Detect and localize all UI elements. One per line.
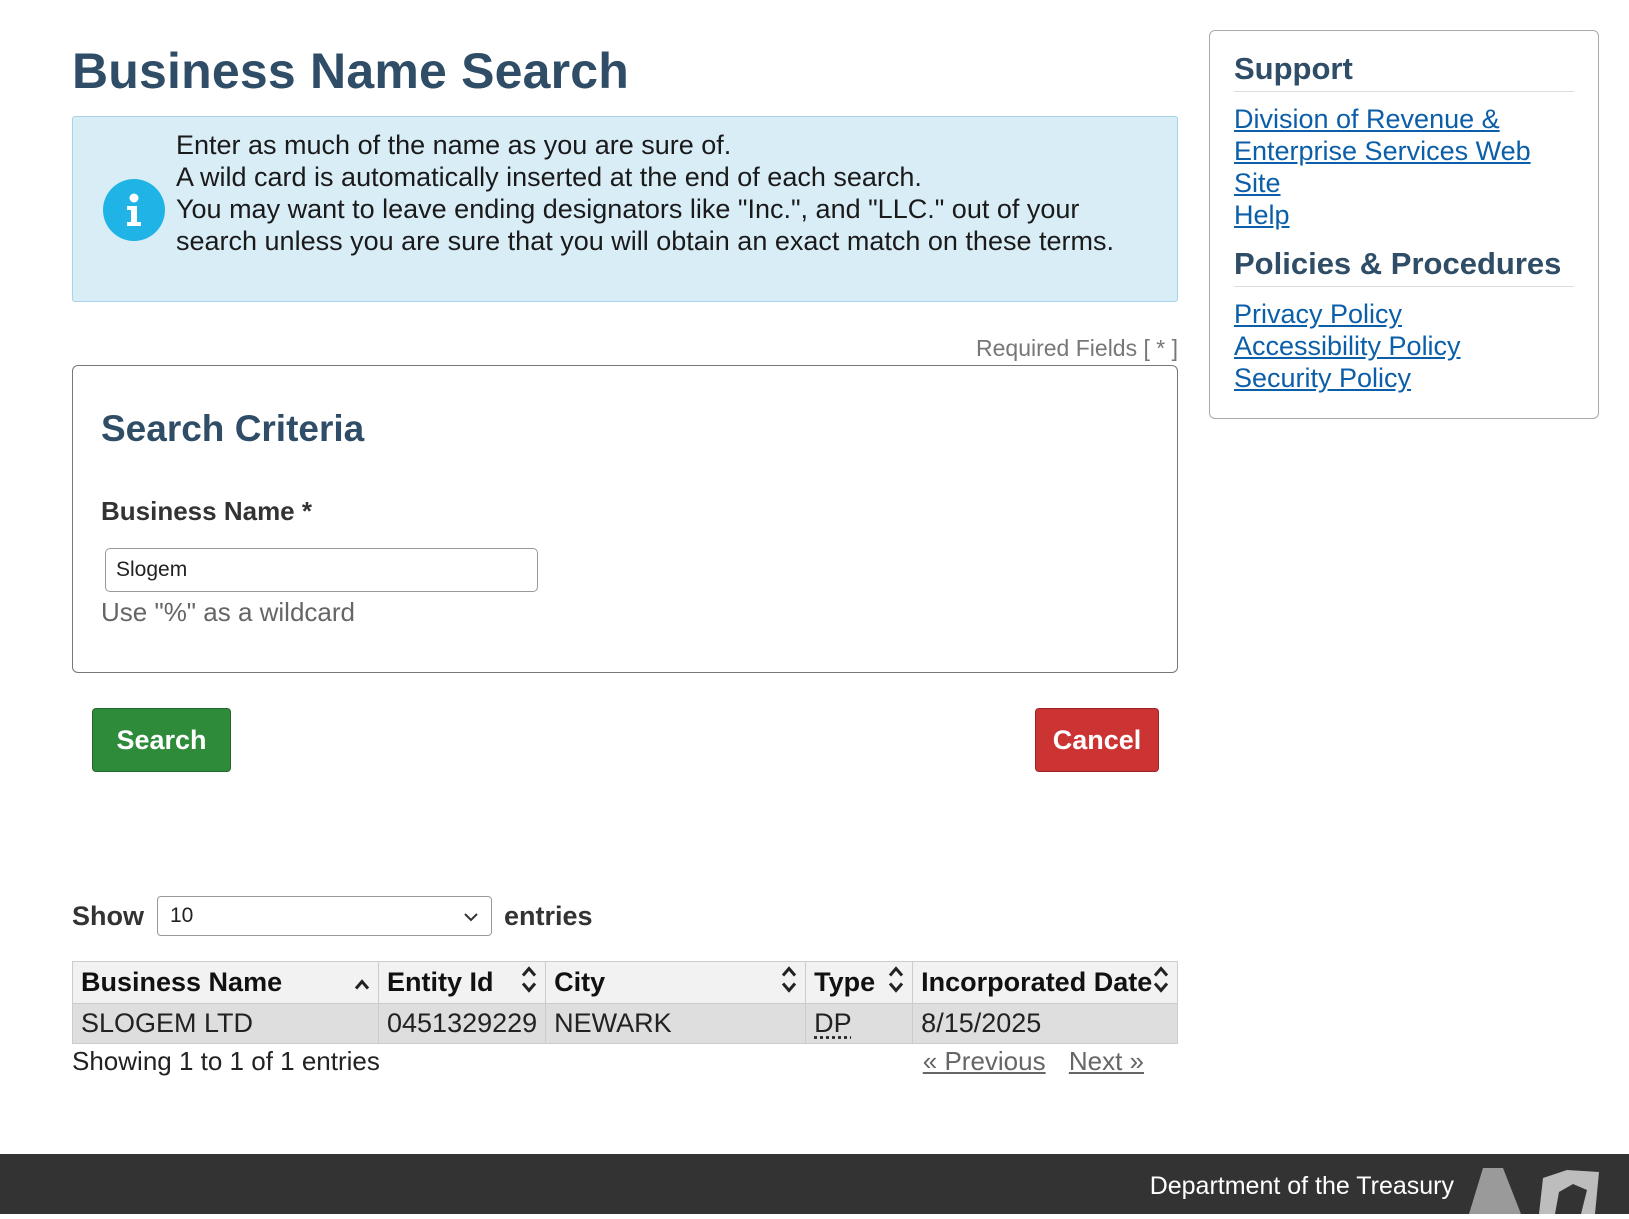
page-length-control: Show 10 entries (72, 896, 593, 936)
footer: Department of the Treasury (0, 1154, 1629, 1214)
sort-both-icon (521, 964, 537, 1001)
show-label: Show (72, 900, 144, 931)
search-criteria-title: Search Criteria (101, 408, 365, 449)
cell-incorporated-date: 8/15/2025 (912, 1003, 1178, 1044)
policies-heading: Policies & Procedures (1234, 246, 1574, 287)
column-label: Incorporated Date (921, 967, 1153, 997)
info-alert: Enter as much of the name as you are sur… (72, 116, 1178, 302)
support-sidebar: Support Division of Revenue & Enterprise… (1209, 30, 1599, 419)
column-label: Type (814, 967, 876, 997)
info-icon (103, 179, 165, 241)
column-header-entity-id[interactable]: Entity Id (377, 961, 547, 1004)
support-heading: Support (1234, 51, 1574, 92)
business-name-input[interactable] (105, 548, 538, 592)
policy-links: Privacy Policy Accessibility Policy Secu… (1234, 298, 1574, 394)
sort-ascending-icon (354, 967, 370, 998)
table-header-row: Business Name Entity Id City Type Incorp… (72, 961, 1178, 1004)
previous-page-link[interactable]: « Previous (923, 1046, 1046, 1076)
search-criteria-panel: Search Criteria Business Name * Use "%" … (72, 365, 1178, 673)
cell-business-name: SLOGEM LTD (72, 1003, 379, 1044)
division-of-revenue-link[interactable]: Division of Revenue & Enterprise Service… (1234, 103, 1574, 199)
privacy-policy-link[interactable]: Privacy Policy (1234, 298, 1574, 330)
help-link[interactable]: Help (1234, 199, 1574, 231)
required-fields-note: Required Fields [ * ] (976, 335, 1178, 361)
table-entries-info: Showing 1 to 1 of 1 entries (72, 1046, 380, 1076)
cancel-button[interactable]: Cancel (1035, 708, 1159, 772)
state-logo-icon (1469, 1168, 1599, 1219)
business-name-label: Business Name * (101, 496, 312, 526)
sort-both-icon (1153, 964, 1169, 1001)
column-header-business-name[interactable]: Business Name (72, 961, 379, 1004)
column-label: Business Name (81, 967, 283, 997)
cell-entity-id: 0451329229 (377, 1003, 547, 1044)
info-line: A wild card is automatically inserted at… (176, 162, 922, 192)
sort-both-icon (888, 964, 904, 1001)
page-length-value: 10 (170, 904, 194, 927)
info-line: Enter as much of the name as you are sur… (176, 130, 732, 160)
wildcard-hint: Use "%" as a wildcard (101, 597, 355, 627)
table-row[interactable]: SLOGEM LTD 0451329229 NEWARK DP 8/15/202… (72, 1003, 1178, 1044)
pagination: « Previous Next » (907, 1046, 1144, 1077)
type-abbreviation: DP (814, 1008, 852, 1038)
page-title: Business Name Search (72, 43, 630, 99)
column-header-type[interactable]: Type (805, 961, 914, 1004)
sort-both-icon (781, 964, 797, 1001)
column-header-incorporated-date[interactable]: Incorporated Date (912, 961, 1178, 1004)
info-line: You may want to leave ending designators… (176, 194, 1114, 256)
footer-department-text: Department of the Treasury (1149, 1172, 1454, 1200)
search-button[interactable]: Search (92, 708, 231, 772)
entries-label: entries (504, 900, 593, 931)
column-header-city[interactable]: City (545, 961, 807, 1004)
results-table: Business Name Entity Id City Type Incorp… (72, 961, 1178, 1044)
column-label: City (554, 967, 606, 997)
security-policy-link[interactable]: Security Policy (1234, 362, 1574, 394)
cell-city: NEWARK (545, 1003, 807, 1044)
column-label: Entity Id (387, 967, 494, 997)
next-page-link[interactable]: Next » (1069, 1046, 1144, 1076)
page-length-select[interactable]: 10 (157, 896, 492, 936)
cell-type: DP (805, 1003, 914, 1044)
info-text: Enter as much of the name as you are sur… (176, 129, 1136, 257)
accessibility-policy-link[interactable]: Accessibility Policy (1234, 330, 1574, 362)
chevron-down-icon (463, 904, 479, 928)
support-links: Division of Revenue & Enterprise Service… (1234, 103, 1574, 231)
